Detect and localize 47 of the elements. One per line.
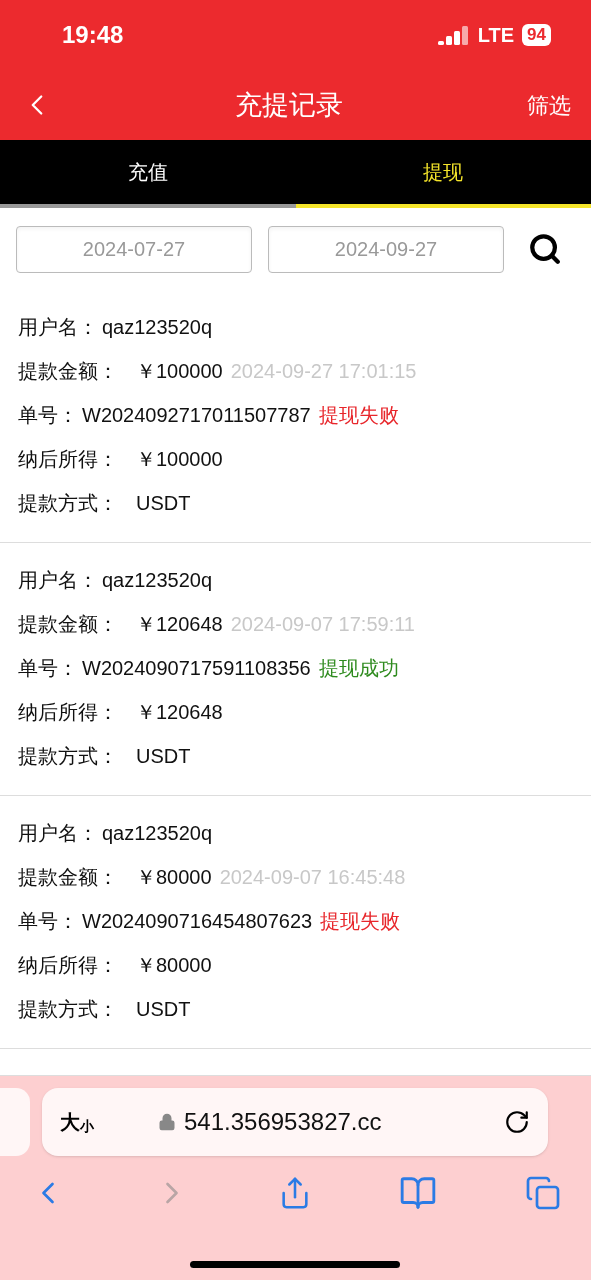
method-value: USDT <box>136 997 191 1022</box>
tab[interactable]: 提现 <box>295 140 591 208</box>
order-number: W2024092717011507787 <box>82 403 311 428</box>
net-amount: ￥100000 <box>136 447 223 472</box>
field-label: 纳后所得： <box>18 953 118 978</box>
order-number: W2024090717591108356 <box>82 656 311 681</box>
url-text: 541.356953827.cc <box>184 1107 382 1137</box>
field-label: 单号： <box>18 403 78 428</box>
battery-indicator: 94 <box>522 24 551 46</box>
status-label: 提现成功 <box>318 656 399 681</box>
net-amount: ￥120648 <box>136 700 223 725</box>
search-button[interactable] <box>528 232 562 266</box>
amount-value: ￥100000 <box>136 359 223 384</box>
amount-value: ￥120648 <box>136 612 223 637</box>
field-label: 单号： <box>18 656 78 681</box>
field-label: 提款金额： <box>18 359 118 384</box>
username: qaz123520q <box>102 568 213 593</box>
tabs-icon[interactable] <box>525 1175 561 1211</box>
field-label: 提款方式： <box>18 997 118 1022</box>
page-title: 充提记录 <box>234 88 343 122</box>
username: qaz123520q <box>102 315 213 340</box>
method-value: USDT <box>136 744 191 769</box>
field-label: 提款金额： <box>18 865 118 890</box>
amount-value: ￥80000 <box>136 865 212 890</box>
field-label: 提款金额： <box>18 612 118 637</box>
bookmarks-icon[interactable] <box>399 1174 438 1212</box>
field-label: 提款方式： <box>18 744 118 769</box>
username: qaz123520q <box>102 821 213 846</box>
lock-icon <box>158 1113 176 1131</box>
field-label: 纳后所得： <box>18 447 118 472</box>
method-value: USDT <box>136 491 191 516</box>
status-label: 提现失败 <box>318 403 399 428</box>
field-label: 纳后所得： <box>18 700 118 725</box>
signal-icon <box>437 25 470 45</box>
order-number: W2024090716454807623 <box>82 909 313 934</box>
net-amount: ￥80000 <box>136 953 212 978</box>
reload-icon[interactable] <box>504 1109 530 1135</box>
field-label: 用户名： <box>18 821 98 846</box>
status-label: 提现失败 <box>320 909 401 934</box>
status-time: 19:48 <box>62 20 124 50</box>
field-label: 提款方式： <box>18 491 118 516</box>
field-label: 用户名： <box>18 315 98 340</box>
field-label: 用户名： <box>18 568 98 593</box>
tab[interactable]: 充值 <box>0 140 296 208</box>
network-label: LTE <box>477 23 515 48</box>
filter-button[interactable]: 筛选 <box>527 88 571 122</box>
field-label: 单号： <box>18 909 78 934</box>
